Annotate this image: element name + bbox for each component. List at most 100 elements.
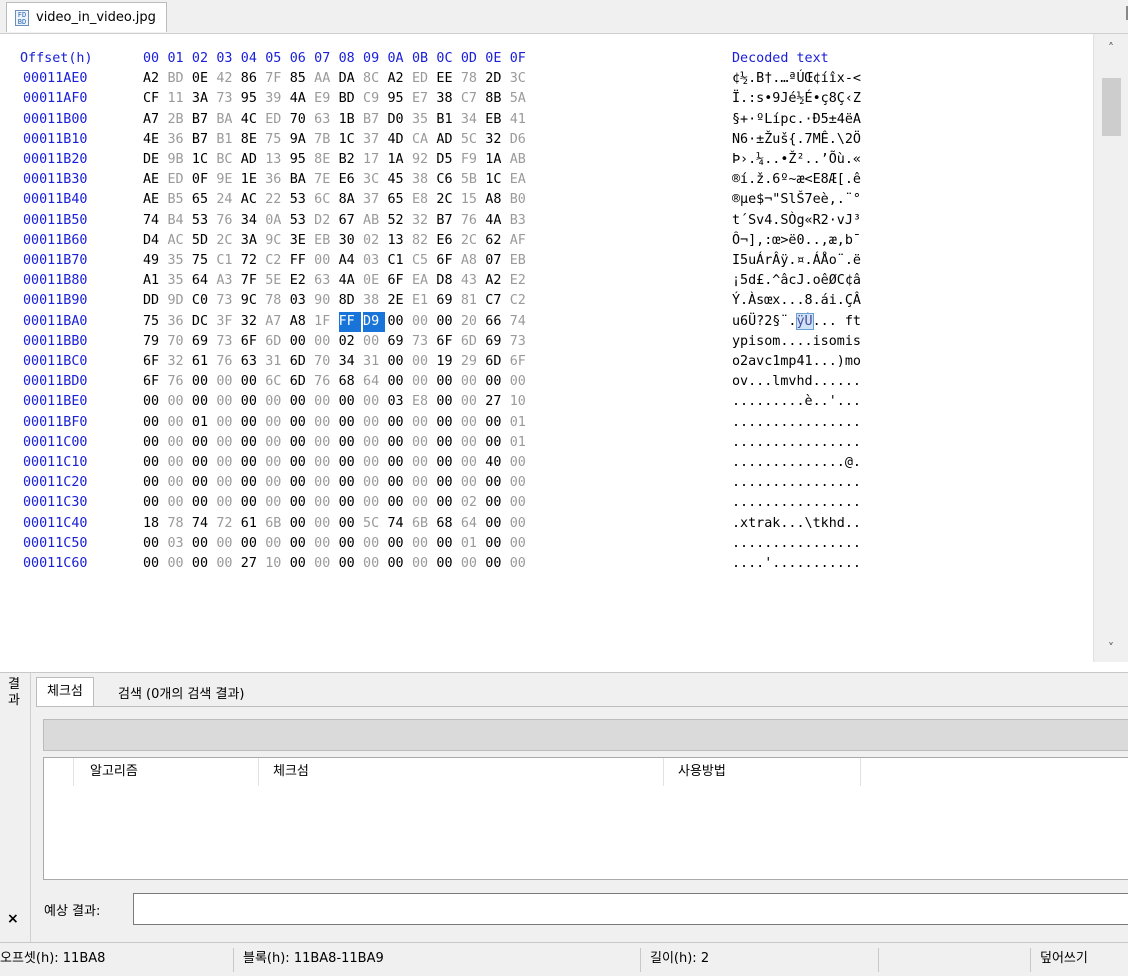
hex-byte[interactable]: 00 — [314, 534, 336, 554]
hex-byte[interactable]: E6 — [339, 170, 361, 190]
hex-byte[interactable]: 00 — [265, 493, 287, 513]
hex-byte[interactable]: A8 — [485, 190, 507, 210]
hex-byte[interactable]: 00 — [339, 433, 361, 453]
hex-byte[interactable]: AE — [143, 190, 165, 210]
hex-byte[interactable]: 00 — [216, 453, 238, 473]
decoded-text[interactable]: Þ›.¼..•Ž²..’Õù.« — [732, 150, 861, 170]
hex-byte[interactable]: 00 — [216, 473, 238, 493]
hex-byte[interactable]: 42 — [216, 69, 238, 89]
hex-byte[interactable]: 00 — [363, 453, 385, 473]
decoded-text[interactable]: ................ — [732, 433, 861, 453]
hex-byte[interactable]: A7 — [265, 312, 287, 332]
hex-byte[interactable]: ED — [167, 170, 189, 190]
hex-byte[interactable]: 00 — [192, 554, 214, 574]
column-header-checksum[interactable]: 체크섬 — [259, 758, 664, 786]
decoded-text[interactable]: Ý.Àsœx...8.ái.ÇÂ — [732, 291, 861, 311]
hex-byte[interactable]: 86 — [241, 69, 263, 89]
hex-byte[interactable]: 00 — [436, 554, 458, 574]
hex-byte[interactable]: 75 — [192, 251, 214, 271]
hex-byte[interactable]: 13 — [388, 231, 410, 251]
hex-byte[interactable]: 00 — [461, 392, 483, 412]
hex-byte[interactable]: A8 — [461, 251, 483, 271]
hex-byte[interactable]: 6B — [412, 514, 434, 534]
hex-byte[interactable]: A2 — [143, 69, 165, 89]
hex-byte[interactable]: 9A — [290, 130, 312, 150]
hex-byte[interactable]: 95 — [388, 89, 410, 109]
hex-byte[interactable]: 2B — [167, 110, 189, 130]
decoded-text[interactable]: ¡5d£.^âcJ.oêØC¢â — [732, 271, 861, 291]
hex-byte[interactable]: 78 — [265, 291, 287, 311]
hex-byte[interactable]: 8D — [339, 291, 361, 311]
hex-byte[interactable]: AC — [167, 231, 189, 251]
hex-byte[interactable]: 00 — [290, 332, 312, 352]
hex-byte[interactable]: 1B — [339, 110, 361, 130]
hex-byte[interactable]: 00 — [241, 534, 263, 554]
hex-byte[interactable]: 78 — [167, 514, 189, 534]
hex-byte[interactable]: 9C — [241, 291, 263, 311]
hex-byte[interactable]: 5A — [510, 89, 532, 109]
hex-byte[interactable]: 00 — [412, 534, 434, 554]
hex-byte[interactable]: 74 — [388, 514, 410, 534]
hex-byte[interactable]: 72 — [216, 514, 238, 534]
hex-byte[interactable]: 00 — [290, 392, 312, 412]
hex-byte[interactable]: 4A — [339, 271, 361, 291]
hex-byte[interactable]: A1 — [143, 271, 165, 291]
hex-byte[interactable]: 38 — [363, 291, 385, 311]
hex-byte[interactable]: 36 — [265, 170, 287, 190]
hex-byte[interactable]: C7 — [461, 89, 483, 109]
hex-byte[interactable]: 00 — [143, 413, 165, 433]
hex-byte[interactable]: 30 — [339, 231, 361, 251]
hex-byte[interactable]: C1 — [388, 251, 410, 271]
hex-byte[interactable]: 6D — [485, 352, 507, 372]
checksum-table[interactable]: 알고리즘 체크섬 사용방법 — [43, 757, 1128, 880]
hex-byte[interactable]: 0A — [265, 211, 287, 231]
hex-byte[interactable]: E1 — [412, 291, 434, 311]
hex-byte[interactable]: 53 — [290, 190, 312, 210]
hex-byte[interactable]: 00 — [192, 392, 214, 412]
hex-byte[interactable]: DD — [143, 291, 165, 311]
hex-byte[interactable]: 00 — [314, 433, 336, 453]
hex-byte[interactable]: 61 — [241, 514, 263, 534]
hex-byte[interactable]: 00 — [339, 534, 361, 554]
hex-byte[interactable]: 00 — [167, 554, 189, 574]
hex-byte[interactable]: 01 — [192, 413, 214, 433]
hex-byte[interactable]: 00 — [143, 473, 165, 493]
hex-byte[interactable]: 85 — [290, 69, 312, 89]
hex-byte[interactable]: 00 — [265, 534, 287, 554]
hex-byte[interactable]: 5D — [192, 231, 214, 251]
hex-byte[interactable]: A7 — [143, 110, 165, 130]
hex-byte[interactable]: 00 — [436, 413, 458, 433]
hex-byte[interactable]: CF — [143, 89, 165, 109]
decoded-selection[interactable]: ÿÙ — [795, 312, 814, 330]
hex-byte[interactable]: 1F — [314, 312, 336, 332]
hex-byte[interactable]: 00 — [485, 413, 507, 433]
hex-byte[interactable]: 00 — [388, 554, 410, 574]
hex-byte[interactable]: BD — [339, 89, 361, 109]
hex-byte[interactable]: 00 — [485, 554, 507, 574]
hex-byte[interactable]: E8 — [412, 190, 434, 210]
hex-byte[interactable]: 6C — [314, 190, 336, 210]
hex-byte[interactable]: 7F — [241, 271, 263, 291]
hex-byte[interactable]: 5C — [363, 514, 385, 534]
hex-byte[interactable]: CA — [412, 130, 434, 150]
hex-byte[interactable]: 6F — [241, 332, 263, 352]
hex-byte[interactable]: 74 — [510, 312, 532, 332]
hex-byte[interactable]: 00 — [363, 554, 385, 574]
hex-byte[interactable]: 00 — [412, 352, 434, 372]
hex-byte[interactable]: C5 — [412, 251, 434, 271]
hex-byte[interactable]: 00 — [265, 453, 287, 473]
hex-byte[interactable]: 61 — [192, 352, 214, 372]
hex-byte[interactable]: 38 — [436, 89, 458, 109]
hex-byte[interactable]: AC — [241, 190, 263, 210]
hex-byte[interactable]: 00 — [290, 413, 312, 433]
hex-byte[interactable]: D9 — [363, 311, 386, 332]
hex-byte[interactable]: 68 — [436, 514, 458, 534]
hex-byte[interactable]: BA — [216, 110, 238, 130]
hex-byte[interactable]: D2 — [314, 211, 336, 231]
scroll-up-arrow-icon[interactable]: ˄ — [1094, 34, 1128, 62]
hex-byte[interactable]: D5 — [436, 150, 458, 170]
hex-byte[interactable]: 00 — [314, 413, 336, 433]
hex-byte[interactable]: 3A — [192, 89, 214, 109]
hex-byte[interactable]: 00 — [241, 433, 263, 453]
hex-byte[interactable]: 00 — [363, 493, 385, 513]
